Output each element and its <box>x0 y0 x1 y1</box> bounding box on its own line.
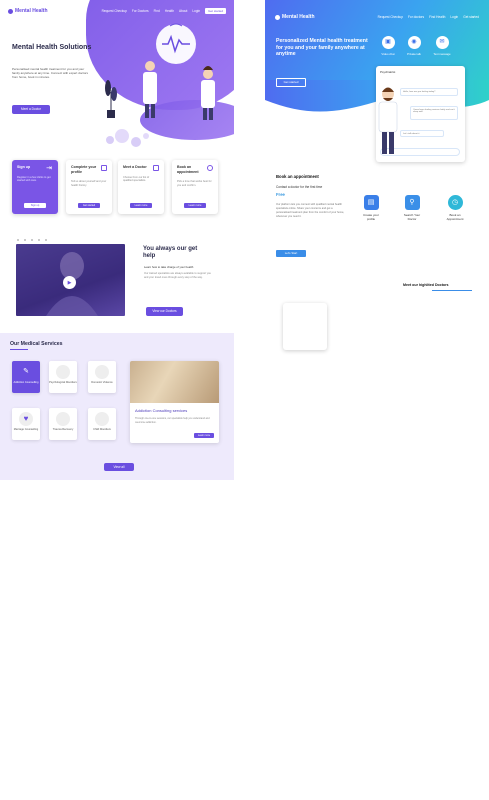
service-tile-marriage[interactable]: ♥ Marriage Counselling <box>12 408 40 440</box>
service-tile-addiction[interactable]: ✎ Addiction Counselling <box>12 361 40 393</box>
step-create-profile[interactable]: ▤ Create your profile <box>359 195 383 221</box>
nav-link-doctors[interactable]: For doctors <box>408 15 424 19</box>
nav-link-request[interactable]: Request Checkup <box>102 9 127 13</box>
service-tile-domestic[interactable]: Domestic Violence <box>88 361 116 393</box>
learn-more-button[interactable]: Learn more <box>130 203 152 208</box>
get-started-button[interactable]: Get started <box>78 203 100 208</box>
title-underline <box>432 290 472 291</box>
service-icon <box>56 365 70 379</box>
hero-subtitle: Personalised mental health treatment for… <box>12 67 89 79</box>
get-started-link[interactable]: Get started <box>463 15 479 19</box>
help-subtitle: Learn how to take charge of your health <box>144 265 194 269</box>
doctor-card[interactable] <box>283 303 327 350</box>
service-icon <box>95 412 109 426</box>
service-icon <box>95 365 109 379</box>
login-link[interactable]: Login <box>450 15 458 19</box>
doctor-avatar-illustration <box>378 87 398 154</box>
nav-links: Request Checkup For doctors Find Health … <box>378 15 479 19</box>
logo-icon <box>275 14 280 20</box>
search-icon: ⚲ <box>404 195 420 210</box>
step-desc: Register in a few clicks to get started … <box>17 175 51 183</box>
nav-links: Request Checkup For Doctors Find Health … <box>102 8 226 14</box>
hero-title: Personalized Mental health treatment for… <box>276 38 368 57</box>
plant-icon <box>105 80 117 118</box>
title-underline <box>10 349 28 350</box>
feature-text[interactable]: ✉ Text message <box>432 36 452 56</box>
logo-icon <box>8 8 13 14</box>
service-detail-card: Addiction Consulting services Through on… <box>130 361 219 443</box>
feature-video[interactable]: ▣ Video chat <box>378 36 398 56</box>
dots-decor <box>17 239 47 241</box>
logo[interactable]: Mental Health <box>275 14 315 20</box>
service-tile-child[interactable]: Child Disorders <box>88 408 116 440</box>
profile-icon: ▤ <box>363 195 379 210</box>
lets-start-button[interactable]: Let's Start <box>276 250 306 257</box>
play-icon[interactable]: ▶ <box>63 276 76 289</box>
signup-button[interactable]: Sign up <box>24 203 46 208</box>
arrow-icon: ⇥ <box>46 165 52 172</box>
top-nav: Mental Health Request Checkup For Doctor… <box>8 6 226 16</box>
nav-link-health[interactable]: Health <box>165 9 174 13</box>
chat-icon: ✎ <box>23 368 29 375</box>
step-desc: Choose from our list of qualified specia… <box>123 175 150 183</box>
video-icon: ▣ <box>381 36 395 49</box>
step-search-doctor[interactable]: ⚲ Search Your Doctor <box>400 195 424 221</box>
feature-private[interactable]: ◉ Private talk <box>404 36 424 56</box>
step-card-doctor[interactable]: Meet a Doctor Choose from our list of qu… <box>118 160 164 214</box>
service-card-title: Addiction Consulting services <box>135 408 188 413</box>
profile-icon <box>101 165 107 171</box>
doctor-icon <box>153 165 159 171</box>
view-all-button[interactable]: View all <box>104 463 134 471</box>
refresh-icon <box>207 165 213 171</box>
service-tile-trauma[interactable]: Trauma Recovery <box>49 408 77 440</box>
view-doctors-button[interactable]: View our Doctors <box>146 307 183 316</box>
learn-more-button[interactable]: Learn more <box>194 433 214 438</box>
blue-top-nav: Mental Health Request Checkup For doctor… <box>275 12 479 22</box>
nav-link-find[interactable]: Find <box>154 9 160 13</box>
doctors-title: Meet our highlited Doctors <box>403 283 449 287</box>
appointment-subtitle: Contact a doctor for the first time <box>276 185 323 189</box>
service-icon <box>56 412 70 426</box>
chat-bubble: Let's talk about it <box>400 130 444 137</box>
service-card-desc: Through one-to-one sessions, our special… <box>135 417 210 424</box>
step-card-appointment[interactable]: Book an appointment Pick a time that wor… <box>172 160 218 214</box>
nav-link-request[interactable]: Request Checkup <box>378 15 403 19</box>
chat-header: Psychiatrist <box>380 70 396 74</box>
heart-icon: ♥ <box>19 412 33 426</box>
help-title: You always our get help <box>143 246 198 259</box>
appointment-text: Our platform lets you connect with quali… <box>276 203 345 218</box>
bubbles-decor <box>106 129 149 147</box>
step-desc: Tell us about yourself and your health h… <box>71 180 107 187</box>
step-card-signup[interactable]: Sign up Register in a few clicks to get … <box>12 160 58 214</box>
hero-title: Mental Health Solutions <box>12 44 92 51</box>
service-tile-psychological[interactable]: Psychological Disorders <box>49 361 77 393</box>
login-link[interactable]: Login <box>192 9 200 13</box>
logo[interactable]: Mental Health <box>8 8 48 14</box>
hands-image <box>130 361 219 403</box>
services-title: Our Medical Services <box>10 341 63 347</box>
get-started-button[interactable]: Get started <box>205 8 226 14</box>
step-desc: Pick a time that works best for you and … <box>177 180 212 187</box>
appointment-title: Book an appointment <box>276 174 319 179</box>
learn-more-button[interactable]: Learn more <box>184 203 206 208</box>
chat-bubble: I have been feeling anxious lately and c… <box>410 106 458 120</box>
nav-link-about[interactable]: About <box>179 9 187 13</box>
clock-icon: ◷ <box>447 195 463 210</box>
get-started-button[interactable]: Get started <box>276 78 306 87</box>
step-book-appointment[interactable]: ◷ Book an Appointment <box>443 195 467 221</box>
chat-icon: ◉ <box>407 36 421 49</box>
nav-link-find[interactable]: Find Health <box>429 15 445 19</box>
step-card-profile[interactable]: Complete your profile Tell us about your… <box>66 160 112 214</box>
nav-link-doctors[interactable]: For Doctors <box>132 9 149 13</box>
help-text: Our trained specialists are always avail… <box>144 272 211 279</box>
free-label: Free <box>276 192 285 197</box>
message-icon: ✉ <box>435 36 449 49</box>
meet-doctor-button[interactable]: Meet a Doctor <box>12 105 50 114</box>
chat-bubble: Hello, how are you feeling today? <box>400 88 458 96</box>
doctors-illustration <box>143 23 215 120</box>
